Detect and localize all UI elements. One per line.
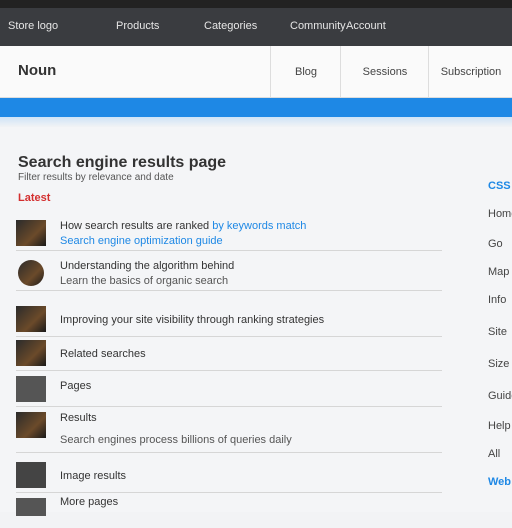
sidebar-item[interactable]: Home bbox=[488, 208, 512, 220]
result-title-text: How search results are ranked bbox=[60, 220, 210, 232]
top-navigation-bar: Store logo Products Categories Community… bbox=[0, 0, 512, 46]
result-title[interactable]: More pages bbox=[60, 496, 118, 508]
latest-tag[interactable]: Latest bbox=[18, 192, 50, 204]
nav-subscription-tab[interactable]: Subscription bbox=[428, 46, 512, 98]
sidebar-item[interactable]: Guide bbox=[488, 390, 512, 402]
topbar-categories-link[interactable]: Categories bbox=[204, 20, 257, 32]
topbar-store-logo[interactable]: Store logo bbox=[8, 20, 58, 32]
topbar-products-link[interactable]: Products bbox=[116, 20, 159, 32]
result-thumbnail bbox=[16, 340, 46, 366]
result-title[interactable]: Improving your site visibility through r… bbox=[60, 314, 324, 326]
nav-subscription-label: Subscription bbox=[440, 66, 502, 78]
sidebar-item[interactable]: Info bbox=[488, 294, 506, 306]
sidebar-item[interactable]: Size bbox=[488, 358, 509, 370]
site-header: Noun Blog Sessions Subscription bbox=[0, 46, 512, 98]
result-subtitle: Search engines process billions of queri… bbox=[60, 434, 292, 446]
result-row[interactable]: Image results bbox=[16, 458, 442, 493]
sidebar-item[interactable]: Web bbox=[488, 476, 511, 488]
result-title-link[interactable]: by keywords match bbox=[209, 220, 306, 232]
result-row[interactable]: Pages bbox=[16, 372, 442, 407]
sidebar-item[interactable]: Help bbox=[488, 420, 511, 432]
result-row[interactable]: More pages bbox=[16, 494, 442, 528]
result-row[interactable]: Improving your site visibility through r… bbox=[16, 302, 442, 337]
topbar-community-link[interactable]: Community bbox=[290, 20, 346, 32]
result-thumbnail bbox=[16, 462, 46, 488]
topbar-account-link[interactable]: Account bbox=[346, 20, 386, 32]
result-title[interactable]: Related searches bbox=[60, 348, 146, 360]
result-thumbnail bbox=[16, 412, 46, 438]
result-row[interactable]: How search results are ranked by keyword… bbox=[16, 216, 442, 251]
sidebar-item[interactable]: All bbox=[488, 448, 500, 460]
nav-sessions-label: Sessions bbox=[362, 66, 408, 78]
result-thumbnail bbox=[16, 376, 46, 402]
page-subtitle: Filter results by relevance and date bbox=[18, 172, 174, 183]
sidebar-item[interactable]: CSS bbox=[488, 180, 511, 192]
result-avatar bbox=[18, 260, 44, 286]
result-thumbnail bbox=[16, 498, 46, 516]
nav-sessions-tab[interactable]: Sessions bbox=[340, 46, 429, 98]
sidebar-item[interactable]: Site bbox=[488, 326, 507, 338]
result-title[interactable]: Understanding the algorithm behind bbox=[60, 260, 234, 272]
result-row[interactable]: Related searches bbox=[16, 336, 442, 371]
result-row[interactable]: Understanding the algorithm behind Learn… bbox=[16, 256, 442, 291]
site-logo[interactable]: Noun bbox=[18, 62, 56, 79]
result-subtitle: Learn the basics of organic search bbox=[60, 275, 229, 287]
banner-shadow bbox=[0, 117, 512, 127]
result-thumbnail bbox=[16, 306, 46, 332]
page-title: Search engine results page bbox=[18, 154, 227, 171]
nav-blog-tab[interactable]: Blog bbox=[270, 46, 341, 98]
result-title[interactable]: How search results are ranked by keyword… bbox=[60, 220, 306, 232]
sidebar-item[interactable]: Map bbox=[488, 266, 509, 278]
result-title[interactable]: Image results bbox=[60, 470, 126, 482]
result-thumbnail bbox=[16, 220, 46, 246]
sidebar-item[interactable]: Go bbox=[488, 238, 503, 250]
result-title[interactable]: Results bbox=[60, 412, 97, 424]
result-subtitle[interactable]: Search engine optimization guide bbox=[60, 235, 223, 247]
accent-banner bbox=[0, 98, 512, 117]
nav-blog-label: Blog bbox=[294, 66, 318, 78]
result-title[interactable]: Pages bbox=[60, 380, 91, 392]
result-row[interactable]: Results Search engines process billions … bbox=[16, 408, 442, 453]
